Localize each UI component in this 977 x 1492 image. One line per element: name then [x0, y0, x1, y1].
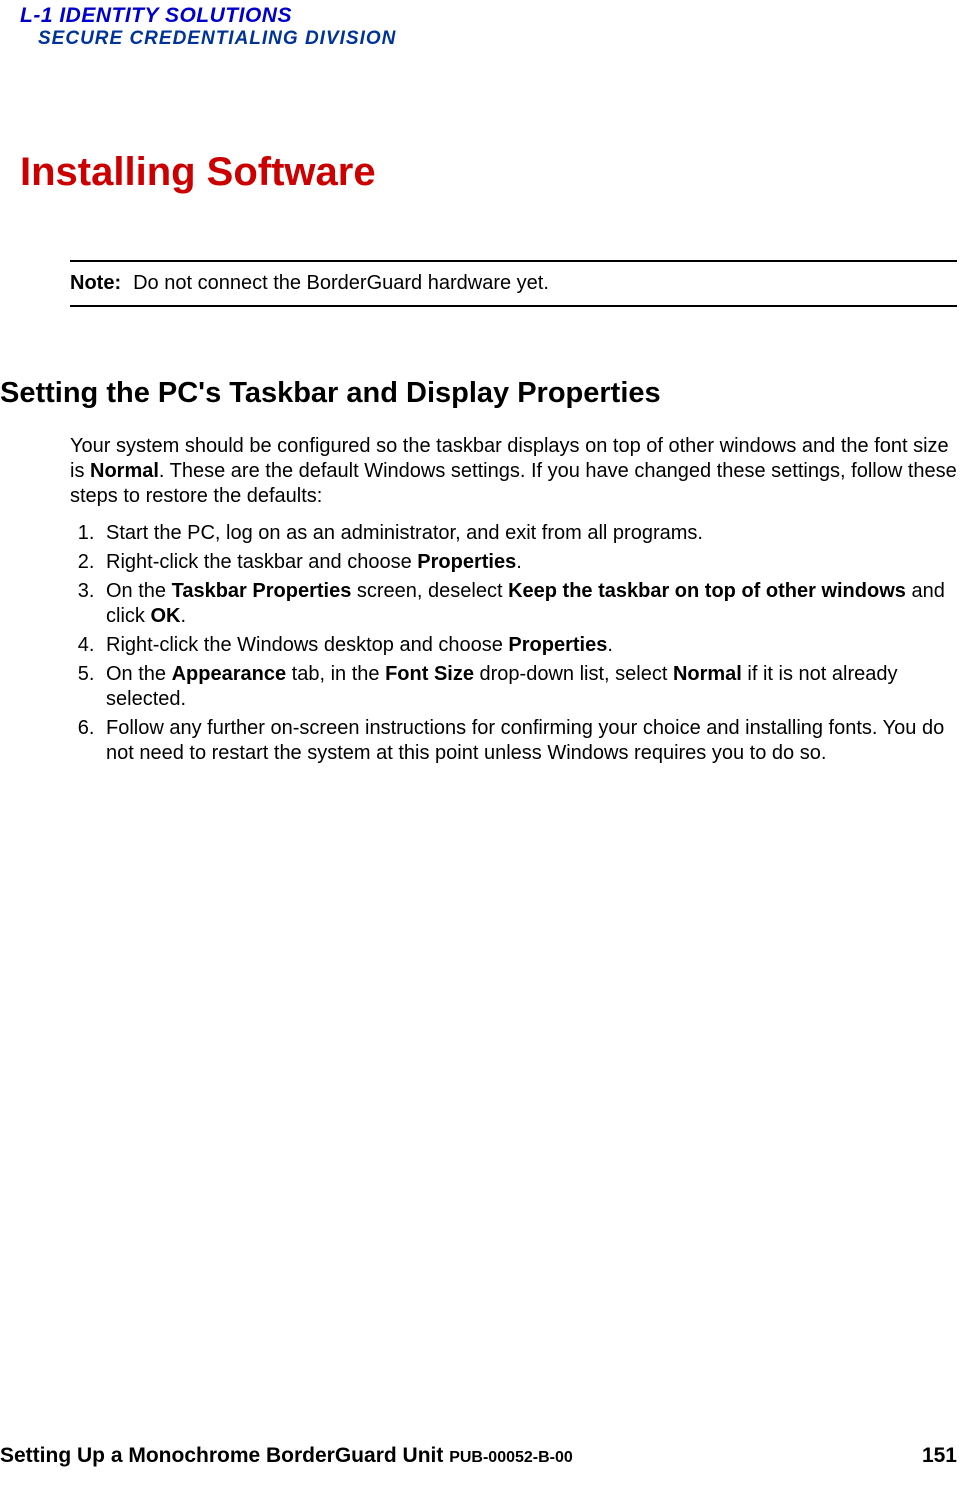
step-text: Right-click the taskbar and choose: [106, 551, 417, 573]
section-heading: Setting the PC's Taskbar and Display Pro…: [0, 377, 977, 410]
step-text: On the: [106, 580, 172, 602]
page-header: L-1 IDENTITY SOLUTIONS SECURE CREDENTIAL…: [0, 0, 977, 50]
steps-list: Start the PC, log on as an administrator…: [70, 521, 957, 766]
intro-bold-normal: Normal: [90, 460, 159, 482]
step-4: Right-click the Windows desktop and choo…: [100, 633, 957, 658]
step-3: On the Taskbar Properties screen, desele…: [100, 579, 957, 629]
page-number: 151: [922, 1444, 957, 1468]
intro-text-cont: . These are the default Windows settings…: [70, 460, 957, 507]
step-text: Right-click the Windows desktop and choo…: [106, 634, 508, 656]
logo-company: L-1 IDENTITY SOLUTIONS: [20, 4, 977, 28]
step-2: Right-click the taskbar and choose Prope…: [100, 550, 957, 575]
chapter-title: Installing Software: [20, 150, 977, 195]
step-text: screen, deselect: [351, 580, 508, 602]
step-text: .: [607, 634, 613, 656]
note-text: Do not connect the BorderGuard hardware …: [133, 272, 549, 294]
note-box: Note: Do not connect the BorderGuard hard…: [70, 260, 957, 307]
step-1: Start the PC, log on as an administrator…: [100, 521, 957, 546]
step-text: On the: [106, 663, 172, 685]
page-footer: Setting Up a Monochrome BorderGuard Unit…: [0, 1444, 957, 1468]
step-bold-appearance: Appearance: [172, 663, 287, 685]
step-bold-keep-taskbar: Keep the taskbar on top of other windows: [508, 580, 906, 602]
step-text: tab, in the: [286, 663, 385, 685]
step-text: Start the PC, log on as an administrator…: [106, 522, 703, 544]
step-bold-properties: Properties: [508, 634, 607, 656]
step-text: Follow any further on-screen instruction…: [106, 717, 944, 764]
step-5: On the Appearance tab, in the Font Size …: [100, 662, 957, 712]
footer-title-text: Setting Up a Monochrome BorderGuard Unit: [0, 1444, 449, 1467]
note-label: Note:: [70, 272, 121, 295]
step-bold-taskbar-properties: Taskbar Properties: [172, 580, 352, 602]
footer-pub-number: PUB-00052-B-00: [449, 1449, 573, 1466]
step-bold-ok: OK: [150, 605, 180, 627]
step-text: .: [180, 605, 186, 627]
intro-paragraph: Your system should be configured so the …: [70, 434, 957, 509]
step-bold-normal: Normal: [673, 663, 742, 685]
step-bold-properties: Properties: [417, 551, 516, 573]
step-text: drop-down list, select: [474, 663, 673, 685]
footer-doc-title: Setting Up a Monochrome BorderGuard Unit…: [0, 1444, 573, 1468]
step-bold-font-size: Font Size: [385, 663, 474, 685]
logo-division: SECURE CREDENTIALING DIVISION: [20, 28, 977, 50]
step-6: Follow any further on-screen instruction…: [100, 716, 957, 766]
step-text: .: [516, 551, 522, 573]
